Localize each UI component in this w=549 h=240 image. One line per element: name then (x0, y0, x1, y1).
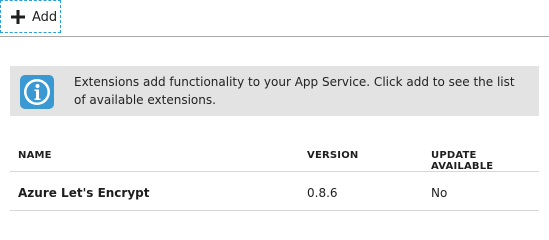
toolbar: Add (0, 0, 549, 37)
table-row-divider (10, 210, 539, 211)
cell-update-available: No (431, 186, 448, 200)
cell-version: 0.8.6 (307, 186, 338, 200)
info-text: Extensions add functionality to your App… (74, 75, 515, 107)
cell-name: Azure Let's Encrypt (18, 186, 150, 200)
info-banner: Extensions add functionality to your App… (10, 66, 539, 116)
table-header-divider (10, 171, 539, 172)
column-header-version[interactable]: VERSION (307, 150, 358, 161)
column-header-update-available[interactable]: UPDATE AVAILABLE (431, 150, 539, 172)
add-button[interactable]: Add (0, 0, 61, 33)
column-header-name[interactable]: NAME (18, 150, 52, 161)
plus-icon (11, 10, 25, 24)
info-icon (20, 75, 54, 109)
add-button-label: Add (32, 10, 58, 25)
